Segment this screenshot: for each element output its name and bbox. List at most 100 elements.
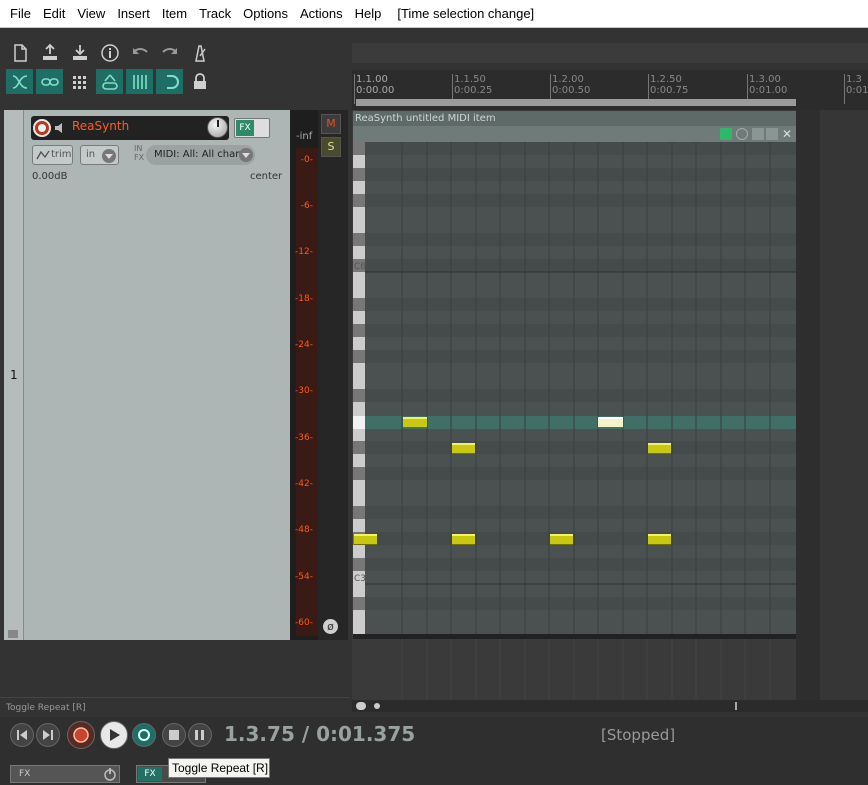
play-icon (110, 729, 120, 741)
ripple-edit-icon (12, 74, 27, 89)
power-icon (104, 768, 116, 781)
loop-button[interactable] (156, 69, 183, 94)
meter-peak-readout[interactable]: -inf (296, 131, 312, 142)
midi-note[interactable] (452, 534, 475, 545)
midi-note-selected[interactable] (598, 417, 623, 428)
grid-icon (72, 75, 86, 89)
grid-button[interactable] (66, 69, 93, 94)
stop-icon (169, 730, 179, 740)
meter-scale-label: -48- (295, 525, 313, 535)
meter-scale-label: -6- (300, 201, 313, 211)
note-lanes (365, 142, 796, 634)
status-text: Toggle Repeat [R] (0, 697, 350, 717)
menu-edit[interactable]: Edit (37, 0, 71, 28)
octave-label: C3 (354, 574, 367, 584)
undo-history-title: [Time selection change] (397, 6, 535, 21)
go-to-start-button[interactable] (10, 723, 34, 747)
midi-note[interactable] (403, 417, 427, 428)
lock-icon (193, 72, 206, 89)
open-project-button[interactable] (66, 40, 93, 65)
midi-note[interactable] (354, 534, 377, 545)
record-arm-button[interactable] (33, 119, 51, 137)
arrange-empty-area[interactable] (796, 110, 820, 700)
menu-options[interactable]: Options (237, 0, 294, 28)
scroll-thumb[interactable] (374, 703, 380, 709)
phase-invert-icon[interactable]: ø (323, 619, 338, 634)
play-button[interactable] (100, 721, 128, 749)
grid-lines-below (401, 639, 771, 699)
volume-readout: 0.00dB (32, 171, 68, 182)
menu-help[interactable]: Help (349, 0, 388, 28)
go-to-end-button[interactable] (36, 723, 60, 747)
pause-button[interactable] (188, 723, 212, 747)
redo-button[interactable] (156, 40, 183, 65)
meter-scale-label: -12- (295, 247, 313, 257)
toolbar-spacer (352, 43, 868, 63)
item-lock-icon[interactable] (752, 128, 764, 140)
undo-icon (132, 47, 148, 54)
auto-crossfade-icon (132, 74, 147, 89)
master-fx-button[interactable]: FX (10, 765, 120, 783)
mute-solo-strip (318, 110, 348, 640)
piano-key-strips (353, 142, 365, 610)
menu-bar: File Edit View Insert Item Track Options… (0, 0, 868, 28)
project-settings-button[interactable] (96, 40, 123, 65)
meter-scale-label: -0- (300, 155, 313, 165)
record-button[interactable] (67, 721, 95, 749)
midi-note[interactable] (648, 534, 671, 545)
position-readout[interactable]: 1.3.75 / 0:01.375 (224, 722, 415, 746)
save-project-button[interactable] (36, 40, 63, 65)
repeat-button[interactable] (132, 723, 156, 747)
stop-button[interactable] (162, 723, 186, 747)
midi-note-grid[interactable] (365, 142, 796, 634)
lock-button[interactable] (186, 69, 213, 94)
grouping-icon (40, 77, 59, 86)
ruler-beat-label: 1.3.00 (749, 74, 781, 85)
ruler-beat-label: 1.1.50 (454, 74, 486, 85)
horizontal-scrollbar[interactable] (352, 700, 868, 712)
item-search-icon[interactable] (736, 128, 748, 140)
scroll-left-icon[interactable] (356, 702, 366, 710)
mute-button[interactable]: M (321, 114, 341, 134)
time-selection-bar[interactable] (356, 99, 796, 106)
menu-actions[interactable]: Actions (294, 0, 349, 28)
menu-view[interactable]: View (71, 0, 111, 28)
track-number-column[interactable]: 1 (4, 110, 24, 640)
menu-track[interactable]: Track (193, 0, 237, 28)
midi-note[interactable] (452, 443, 475, 454)
item-envelope-icon[interactable] (720, 128, 732, 140)
grouping-button[interactable] (36, 69, 63, 94)
undo-button[interactable] (126, 40, 153, 65)
snap-button[interactable] (96, 69, 123, 94)
menu-file[interactable]: File (4, 0, 37, 28)
auto-crossfade-button[interactable] (126, 69, 153, 94)
input-monitor-button[interactable]: in (80, 145, 119, 165)
item-close-icon[interactable]: ✕ (780, 127, 794, 141)
midi-input-select[interactable]: MIDI: All: All chan (146, 145, 255, 165)
new-project-button[interactable] (6, 40, 33, 65)
loop-icon (166, 74, 179, 89)
track-resize-handle[interactable] (8, 630, 18, 638)
track-fx-button[interactable]: FX (234, 118, 270, 138)
input-label: in (86, 149, 96, 160)
menu-item[interactable]: Item (156, 0, 193, 28)
solo-button[interactable]: S (321, 137, 341, 157)
midi-item-title[interactable]: ReaSynth untitled MIDI item (353, 111, 796, 126)
item-pin-icon[interactable] (766, 128, 778, 140)
arrange-right-area[interactable] (820, 110, 868, 700)
midi-note[interactable] (550, 534, 573, 545)
automation-trim-button[interactable]: trim (32, 145, 73, 165)
ruler-tick (844, 74, 845, 104)
midi-note[interactable] (648, 443, 671, 454)
menu-insert[interactable]: Insert (111, 0, 156, 28)
arrange-below-item[interactable] (353, 639, 796, 699)
metronome-button[interactable] (186, 40, 213, 65)
skip-forward-icon (43, 730, 53, 740)
speaker-icon[interactable] (53, 120, 69, 136)
track-control-panel[interactable] (24, 110, 290, 640)
ruler-beat-label: 1.3 (846, 74, 862, 85)
chevron-down-icon (102, 149, 116, 163)
volume-knob[interactable] (207, 117, 228, 138)
track-name[interactable]: ReaSynth (72, 119, 129, 133)
ripple-edit-button[interactable] (6, 69, 33, 94)
